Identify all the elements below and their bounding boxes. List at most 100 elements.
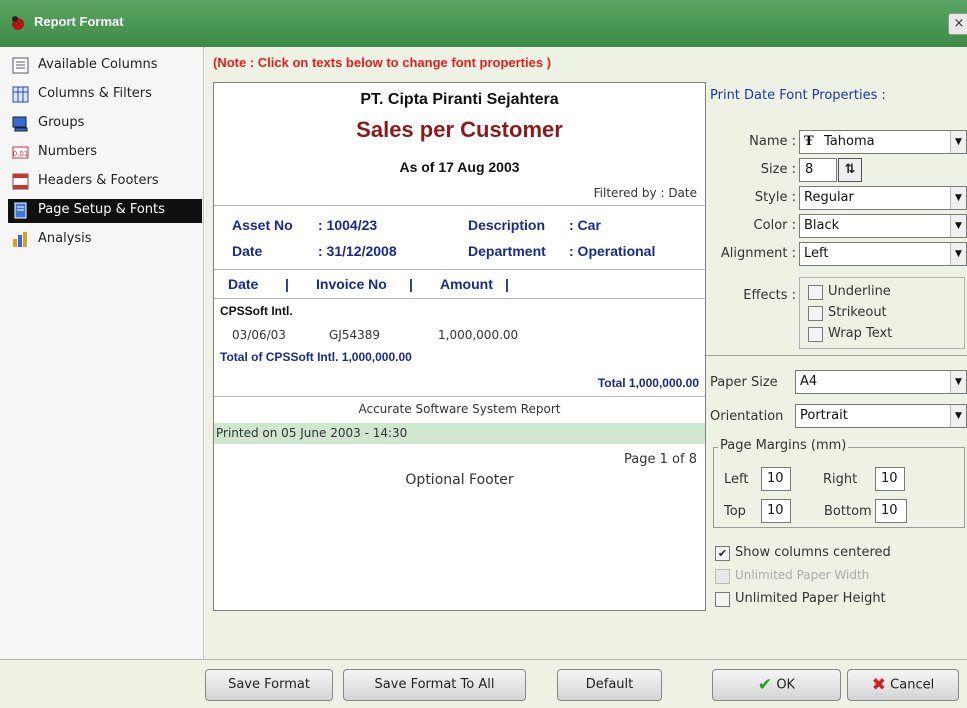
unlimited-height-label: Unlimited Paper Height bbox=[735, 591, 886, 606]
show-centered-checkbox[interactable]: ✔ bbox=[715, 546, 730, 561]
report-date[interactable]: As of 17 Aug 2003 bbox=[214, 159, 705, 175]
column-header-date[interactable]: Date bbox=[228, 276, 258, 292]
save-format-to-all-button[interactable]: Save Format To All bbox=[343, 669, 526, 701]
font-name-value: Tahoma bbox=[824, 134, 875, 149]
row-amount[interactable]: 1,000,000.00 bbox=[438, 328, 518, 342]
header-footer-icon bbox=[12, 173, 29, 190]
chevron-down-icon[interactable]: ▼ bbox=[950, 187, 966, 209]
cancel-button[interactable]: ✖ Cancel bbox=[847, 669, 959, 701]
font-color-select[interactable]: Black ▼ bbox=[799, 214, 967, 238]
row-date[interactable]: 03/06/03 bbox=[232, 328, 286, 342]
chevron-down-icon[interactable]: ▼ bbox=[950, 405, 966, 427]
chevron-down-icon[interactable]: ▼ bbox=[950, 243, 966, 265]
sidebar-item-label: Page Setup & Fonts bbox=[38, 202, 165, 217]
paper-size-select[interactable]: A4 ▼ bbox=[795, 370, 967, 394]
unlimited-width-checkbox[interactable] bbox=[715, 569, 730, 584]
sidebar-item-page-setup-fonts[interactable]: Page Setup & Fonts bbox=[8, 199, 202, 223]
name-label: Name : bbox=[749, 134, 796, 149]
orientation-select[interactable]: Portrait ▼ bbox=[795, 404, 967, 428]
strikeout-label: Strikeout bbox=[828, 305, 887, 320]
date-label[interactable]: Date bbox=[232, 243, 262, 259]
font-style-select[interactable]: Regular ▼ bbox=[799, 186, 967, 210]
description-label[interactable]: Description bbox=[468, 217, 545, 233]
bottom-margin-input[interactable]: 10 bbox=[875, 499, 907, 523]
column-header-amount[interactable]: Amount bbox=[440, 276, 493, 292]
groups-icon bbox=[12, 116, 28, 132]
asset-value[interactable]: : 1004/23 bbox=[318, 217, 377, 233]
page-info[interactable]: Page 1 of 8 bbox=[624, 452, 697, 467]
alignment-select[interactable]: Left ▼ bbox=[799, 242, 967, 266]
chevron-down-icon[interactable]: ▼ bbox=[950, 215, 966, 237]
divider bbox=[214, 298, 705, 299]
grid-icon bbox=[12, 86, 29, 103]
size-label: Size : bbox=[760, 162, 796, 177]
wrap-text-checkbox[interactable] bbox=[808, 327, 823, 342]
row-invoice[interactable]: GJ54389 bbox=[329, 328, 380, 342]
divider bbox=[214, 205, 705, 206]
sidebar-item-groups[interactable]: Groups bbox=[8, 112, 202, 136]
page-margins-label: Page Margins (mm) bbox=[718, 438, 849, 453]
svg-text:0.01: 0.01 bbox=[13, 150, 29, 158]
sidebar-item-label: Headers & Footers bbox=[38, 173, 159, 188]
asset-label[interactable]: Asset No bbox=[232, 217, 293, 233]
date-value[interactable]: : 31/12/2008 bbox=[318, 243, 397, 259]
sidebar-item-columns-filters[interactable]: Columns & Filters bbox=[8, 83, 202, 107]
ok-button[interactable]: ✔ OK bbox=[712, 669, 841, 701]
sidebar-item-label: Numbers bbox=[38, 144, 97, 159]
default-button[interactable]: Default bbox=[557, 669, 662, 701]
unlimited-height-checkbox[interactable] bbox=[715, 592, 730, 607]
company-name[interactable]: PT. Cipta Piranti Sejahtera bbox=[214, 91, 705, 109]
report-title[interactable]: Sales per Customer bbox=[214, 117, 705, 143]
numbers-icon: 0.01 bbox=[12, 146, 29, 159]
sidebar-item-available-columns[interactable]: Available Columns bbox=[8, 54, 202, 78]
department-label[interactable]: Department bbox=[468, 243, 546, 259]
font-properties-header: Print Date Font Properties : bbox=[710, 88, 886, 103]
top-margin-input[interactable]: 10 bbox=[761, 499, 791, 523]
bottom-margin-label: Bottom bbox=[824, 504, 872, 519]
truetype-font-icon: Ŧ bbox=[804, 134, 814, 149]
properties-panel: Print Date Font Properties : Name : Ŧ Ta… bbox=[706, 82, 967, 611]
font-note: (Note : Click on texts below to change f… bbox=[213, 55, 552, 70]
style-label: Style : bbox=[754, 190, 796, 205]
right-margin-input[interactable]: 10 bbox=[875, 467, 905, 491]
footer-system-text[interactable]: Accurate Software System Report bbox=[214, 402, 705, 416]
chevron-down-icon[interactable]: ▼ bbox=[950, 371, 966, 393]
color-label: Color : bbox=[753, 218, 796, 233]
filtered-by[interactable]: Filtered by : Date bbox=[594, 186, 697, 200]
divider bbox=[214, 269, 705, 270]
sidebar-item-headers-footers[interactable]: Headers & Footers bbox=[8, 170, 202, 194]
printed-on-band[interactable]: Printed on 05 June 2003 - 14:30 bbox=[214, 423, 705, 444]
top-margin-label: Top bbox=[724, 504, 746, 519]
divider bbox=[214, 396, 705, 397]
optional-footer[interactable]: Optional Footer bbox=[214, 472, 705, 488]
department-value[interactable]: : Operational bbox=[569, 243, 655, 259]
right-margin-label: Right bbox=[823, 472, 858, 487]
column-header-invoice[interactable]: Invoice No bbox=[316, 276, 387, 292]
title-bar: Report Format × bbox=[0, 0, 967, 47]
unlimited-width-label: Unlimited Paper Width bbox=[735, 568, 870, 582]
grand-total[interactable]: Total 1,000,000.00 bbox=[598, 376, 699, 390]
alignment-value: Left bbox=[804, 246, 829, 261]
description-value[interactable]: : Car bbox=[569, 217, 601, 233]
left-margin-input[interactable]: 10 bbox=[761, 467, 791, 491]
column-separator: | bbox=[285, 276, 289, 292]
underline-checkbox[interactable] bbox=[808, 285, 823, 300]
chevron-down-icon[interactable]: ▼ bbox=[950, 131, 966, 153]
font-style-value: Regular bbox=[804, 190, 854, 205]
ok-label: OK bbox=[776, 677, 796, 693]
sidebar-item-numbers[interactable]: 0.01 Numbers bbox=[8, 141, 202, 165]
strikeout-checkbox[interactable] bbox=[808, 306, 823, 321]
font-size-input[interactable]: 8 bbox=[799, 158, 837, 182]
font-name-select[interactable]: Ŧ Tahoma ▼ bbox=[799, 130, 967, 154]
left-margin-label: Left bbox=[724, 472, 749, 487]
sidebar-item-analysis[interactable]: Analysis bbox=[8, 228, 202, 252]
size-stepper-icon[interactable]: ⇅ bbox=[838, 158, 862, 182]
app-logo-icon bbox=[12, 16, 24, 30]
group-total[interactable]: Total of CPSSoft Intl. 1,000,000.00 bbox=[220, 350, 412, 364]
close-button[interactable]: × bbox=[948, 13, 967, 35]
checkmark-icon: ✔ bbox=[757, 675, 773, 695]
save-format-button[interactable]: Save Format bbox=[205, 669, 333, 701]
cancel-label: Cancel bbox=[890, 677, 935, 693]
group-name[interactable]: CPSSoft Intl. bbox=[220, 304, 293, 318]
show-centered-label: Show columns centered bbox=[735, 545, 891, 560]
